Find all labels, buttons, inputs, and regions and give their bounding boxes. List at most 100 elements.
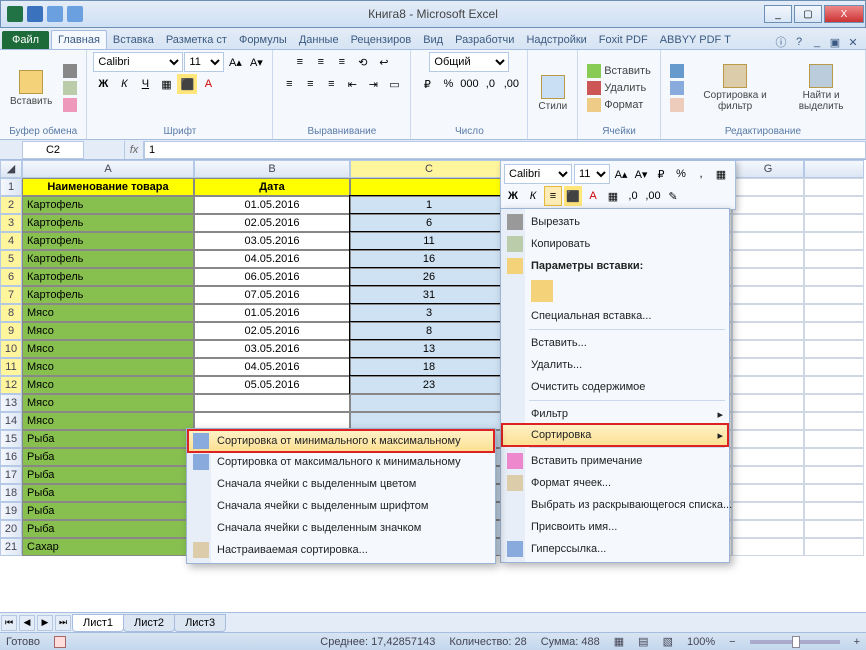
cell-c[interactable]: 3 — [350, 304, 508, 322]
row-8[interactable]: 8 — [0, 304, 22, 322]
tab-view[interactable]: Вид — [417, 31, 449, 49]
autosum-button[interactable] — [667, 63, 687, 79]
cell-name[interactable]: Мясо — [22, 394, 194, 412]
header-name[interactable]: Наименование товара — [22, 178, 194, 196]
ctx-format[interactable]: Формат ячеек... — [503, 472, 727, 494]
cell-name[interactable]: Рыба — [22, 484, 194, 502]
tab-insert[interactable]: Вставка — [107, 31, 160, 49]
row-19[interactable]: 19 — [0, 502, 22, 520]
dec-decimal-icon[interactable]: ,00 — [501, 74, 521, 94]
window-min-icon[interactable]: _ — [810, 35, 824, 49]
row-1[interactable]: 1 — [0, 178, 22, 196]
align-mid-icon[interactable]: ≡ — [311, 52, 331, 72]
row-15[interactable]: 15 — [0, 430, 22, 448]
tab-addins[interactable]: Надстройки — [520, 31, 592, 49]
header-date[interactable]: Дата — [194, 178, 350, 196]
cut-button[interactable] — [60, 63, 80, 79]
ctx-comment[interactable]: Вставить примечание — [503, 450, 727, 472]
macro-record-icon[interactable] — [54, 636, 66, 648]
worksheet-area[interactable]: ◢ A B C D F G 1 Наименование товара Дата… — [0, 160, 866, 598]
cell-date[interactable]: 04.05.2016 — [194, 358, 350, 376]
copy-button[interactable] — [60, 80, 80, 96]
cell-name[interactable]: Картофель — [22, 232, 194, 250]
cell-name[interactable]: Картофель — [22, 196, 194, 214]
ctx-paste-icon-row[interactable] — [503, 277, 727, 305]
mini-align-center-icon[interactable]: ≡ — [544, 186, 562, 206]
sheet-nav-last[interactable]: ⏭ — [55, 615, 71, 631]
cell-name[interactable]: Рыба — [22, 430, 194, 448]
row-10[interactable]: 10 — [0, 340, 22, 358]
row-11[interactable]: 11 — [0, 358, 22, 376]
cell-name[interactable]: Мясо — [22, 376, 194, 394]
delete-cells-button[interactable]: Удалить — [584, 80, 654, 96]
mini-format-painter-icon[interactable]: ✎ — [664, 186, 682, 206]
tab-developer[interactable]: Разработчи — [449, 31, 520, 49]
mini-percent-icon[interactable]: % — [672, 164, 690, 184]
ctx-delete[interactable]: Удалить... — [503, 354, 727, 376]
view-break-icon[interactable]: ▧ — [663, 635, 673, 648]
orient-icon[interactable]: ⟲ — [353, 52, 373, 72]
cell-c[interactable]: 23 — [350, 376, 508, 394]
mini-border-icon[interactable]: ▦ — [712, 164, 730, 184]
row-20[interactable]: 20 — [0, 520, 22, 538]
zoom-in-icon[interactable]: + — [854, 636, 860, 648]
mini-italic-icon[interactable]: К — [524, 186, 542, 206]
mini-currency-icon[interactable]: ₽ — [652, 164, 670, 184]
help-icon[interactable]: ? — [792, 35, 806, 49]
align-right-icon[interactable]: ≡ — [321, 74, 341, 94]
row-12[interactable]: 12 — [0, 376, 22, 394]
font-name-combo[interactable]: Calibri — [93, 52, 183, 72]
align-left-icon[interactable]: ≡ — [279, 74, 299, 94]
align-center-icon[interactable]: ≡ — [300, 74, 320, 94]
mini-size-combo[interactable]: 11 — [574, 164, 610, 184]
sheet-nav-next[interactable]: ▶ — [37, 615, 53, 631]
cell-date[interactable]: 07.05.2016 — [194, 286, 350, 304]
tab-review[interactable]: Рецензиров — [345, 31, 418, 49]
cell-name[interactable]: Картофель — [22, 214, 194, 232]
align-top-icon[interactable]: ≡ — [290, 52, 310, 72]
mini-dec2-icon[interactable]: ,00 — [644, 186, 662, 206]
bold-button[interactable]: Ж — [93, 74, 113, 94]
format-painter-button[interactable] — [60, 97, 80, 113]
ctx-paste-special[interactable]: Специальная вставка... — [503, 305, 727, 327]
cell-name[interactable]: Мясо — [22, 358, 194, 376]
name-box[interactable] — [22, 141, 84, 159]
tab-layout[interactable]: Разметка ст — [160, 31, 233, 49]
zoom-out-icon[interactable]: − — [729, 636, 735, 648]
sort-by-color[interactable]: Сначала ячейки с выделенным цветом — [189, 473, 493, 495]
row-5[interactable]: 5 — [0, 250, 22, 268]
fill-button[interactable]: ⬛ — [177, 74, 197, 94]
row-17[interactable]: 17 — [0, 466, 22, 484]
row-18[interactable]: 18 — [0, 484, 22, 502]
row-14[interactable]: 14 — [0, 412, 22, 430]
comma-icon[interactable]: 000 — [459, 74, 479, 94]
ctx-hyperlink[interactable]: Гиперссылка... — [503, 538, 727, 560]
cell-date[interactable]: 01.05.2016 — [194, 196, 350, 214]
ctx-insert[interactable]: Вставить... — [503, 332, 727, 354]
tab-foxit[interactable]: Foxit PDF — [593, 31, 654, 49]
align-bot-icon[interactable]: ≡ — [332, 52, 352, 72]
cell-name[interactable]: Картофель — [22, 250, 194, 268]
cell-name[interactable]: Мясо — [22, 304, 194, 322]
mini-shrink-font-icon[interactable]: A▾ — [632, 164, 650, 184]
italic-button[interactable]: К — [114, 74, 134, 94]
indent-inc-icon[interactable]: ⇥ — [363, 74, 383, 94]
tab-formulas[interactable]: Формулы — [233, 31, 293, 49]
currency-icon[interactable]: ₽ — [417, 74, 437, 94]
cell-name[interactable]: Мясо — [22, 412, 194, 430]
fx-icon[interactable]: fx — [124, 141, 144, 159]
close-button[interactable]: X — [824, 5, 864, 23]
maximize-button[interactable]: ▢ — [794, 5, 822, 23]
header-c[interactable] — [350, 178, 508, 196]
underline-button[interactable]: Ч — [135, 74, 155, 94]
wrap-icon[interactable]: ↩ — [374, 52, 394, 72]
cell-date[interactable]: 02.05.2016 — [194, 322, 350, 340]
ctx-clear[interactable]: Очистить содержимое — [503, 376, 727, 398]
zoom-slider[interactable] — [750, 640, 840, 644]
sort-by-icon[interactable]: Сначала ячейки с выделенным значком — [189, 517, 493, 539]
decrease-font-icon[interactable]: A▾ — [246, 52, 266, 72]
cell-c[interactable]: 31 — [350, 286, 508, 304]
mini-bold-icon[interactable]: Ж — [504, 186, 522, 206]
inc-decimal-icon[interactable]: ,0 — [480, 74, 500, 94]
font-color-button[interactable]: A — [198, 74, 218, 94]
